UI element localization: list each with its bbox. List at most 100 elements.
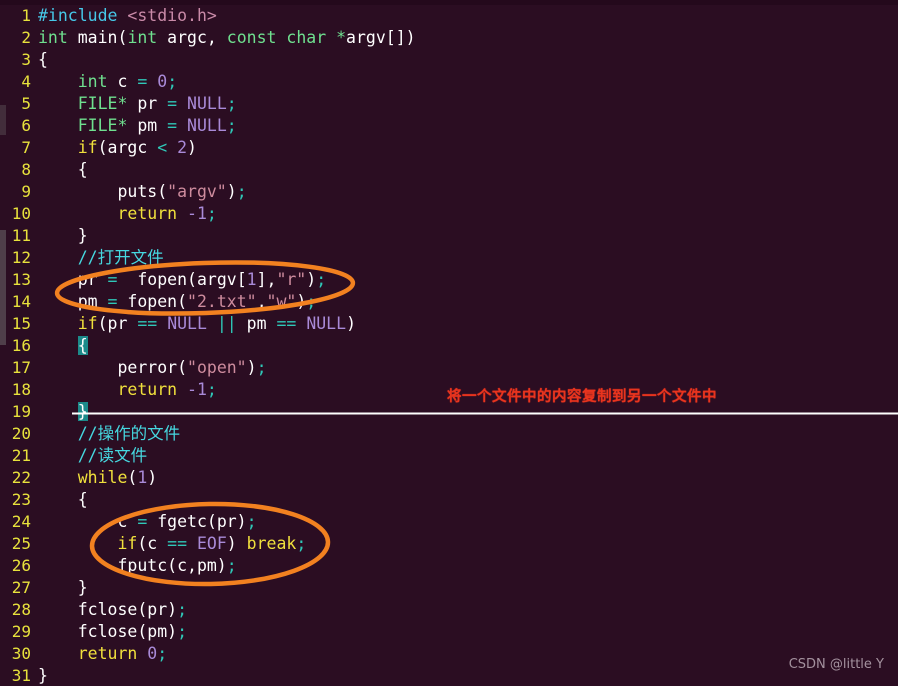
code-line[interactable]: 26 fputc(c,pm); — [0, 555, 898, 577]
code-token: int — [127, 28, 158, 47]
code-token: fgetc(pr) — [147, 512, 247, 531]
line-source: } — [38, 402, 88, 421]
code-line[interactable]: 28 fclose(pr); — [0, 599, 898, 621]
code-line[interactable]: 14 pm = fopen("2.txt","w"); — [0, 291, 898, 313]
code-line[interactable]: 7 if(argc < 2) — [0, 137, 898, 159]
code-line[interactable]: 20 //操作的文件 — [0, 423, 898, 445]
code-token: fopen( — [117, 292, 188, 311]
code-token: ; — [177, 600, 188, 619]
code-token: -1 — [187, 204, 207, 223]
line-number: 13 — [11, 270, 31, 289]
code-token: = — [137, 72, 148, 91]
code-line[interactable]: 11 } — [0, 225, 898, 247]
code-token: puts( — [38, 182, 168, 201]
line-source: //读文件 — [38, 446, 147, 465]
code-line[interactable]: 29 fclose(pm); — [0, 621, 898, 643]
code-line[interactable]: 25 if(c == EOF) break; — [0, 533, 898, 555]
line-source: //操作的文件 — [38, 424, 180, 443]
line-number: 15 — [11, 314, 31, 333]
code-token: int — [38, 28, 68, 47]
code-token: NULL — [306, 314, 347, 333]
code-line[interactable]: 4 int c = 0; — [0, 71, 898, 93]
code-line[interactable]: 5 FILE* pr = NULL; — [0, 93, 898, 115]
code-token: ) — [147, 468, 158, 487]
code-token: perror( — [38, 358, 188, 377]
code-token: argc, — [157, 28, 227, 47]
code-editor: 1 #include <stdio.h> 2 int main(int argc, c… — [0, 0, 898, 686]
code-token: ], — [256, 270, 277, 289]
code-line[interactable]: 1 #include <stdio.h> — [0, 5, 898, 27]
code-token: main — [77, 28, 118, 47]
line-number: 22 — [11, 468, 31, 487]
code-token: ; — [167, 72, 178, 91]
code-token: ) — [246, 358, 257, 377]
code-line[interactable]: 9 puts("argv"); — [0, 181, 898, 203]
line-source: fclose(pr); — [38, 600, 187, 619]
line-source: FILE* pm = NULL; — [38, 116, 237, 135]
code-line[interactable]: 22 while(1) — [0, 467, 898, 489]
code-token: if — [77, 314, 98, 333]
code-token: if — [77, 138, 98, 157]
code-token: pr — [38, 270, 108, 289]
code-line[interactable]: 3{ — [0, 49, 898, 71]
code-token: = — [107, 270, 118, 289]
code-line[interactable]: 23 { — [0, 489, 898, 511]
code-line[interactable]: 27 } — [0, 577, 898, 599]
line-number: 10 — [11, 204, 31, 223]
code-token: ; — [206, 380, 217, 399]
code-token: ) — [346, 314, 356, 333]
code-token: } — [38, 666, 48, 685]
code-token: const — [226, 28, 277, 47]
code-token: ; — [246, 512, 257, 531]
code-token: ; — [206, 204, 217, 223]
line-source: int c = 0; — [38, 72, 177, 91]
code-token: "w" — [266, 292, 297, 311]
chinese-annotation-note: 将一个文件中的内容复制到另一个文件中 — [447, 389, 717, 405]
code-token: { — [38, 50, 48, 69]
code-line[interactable]: 8 { — [0, 159, 898, 181]
line-number: 25 — [11, 534, 31, 553]
code-line[interactable]: 15 if(pr == NULL || pm == NULL) — [0, 313, 898, 335]
code-line[interactable]: 16 { — [0, 335, 898, 357]
code-line[interactable]: 21 //读文件 — [0, 445, 898, 467]
code-line[interactable]: 2 int main(int argc, const char *argv[]) — [0, 27, 898, 49]
code-token: , — [256, 292, 267, 311]
code-line[interactable]: 24 c = fgetc(pr); — [0, 511, 898, 533]
code-token: FILE* — [77, 116, 128, 135]
code-token: if — [117, 534, 138, 553]
code-token: "open" — [187, 358, 247, 377]
code-token: pm — [127, 116, 168, 135]
code-token: ; — [177, 622, 188, 641]
line-source: perror("open"); — [38, 358, 266, 377]
code-line[interactable]: 30 return 0; — [0, 643, 898, 665]
line-source: int main(int argc, const char *argv[]) — [38, 28, 416, 47]
code-token: = — [167, 116, 178, 135]
line-source: return -1; — [38, 380, 217, 399]
line-source: fclose(pm); — [38, 622, 187, 641]
line-number: 31 — [11, 666, 31, 685]
code-line[interactable]: 31} — [0, 665, 898, 686]
code-token: while — [77, 468, 128, 487]
code-line[interactable]: 10 return -1; — [0, 203, 898, 225]
line-source: #include <stdio.h> — [38, 6, 217, 25]
code-token: ) — [226, 534, 247, 553]
code-area[interactable]: 1 #include <stdio.h> 2 int main(int argc, c… — [0, 5, 898, 686]
code-line[interactable]: 12 //打开文件 — [0, 247, 898, 269]
code-token: ; — [157, 644, 168, 663]
code-line[interactable]: 17 perror("open"); — [0, 357, 898, 379]
code-line[interactable]: 13 pr = fopen(argv[1],"r"); — [0, 269, 898, 291]
code-line[interactable]: 6 FILE* pm = NULL; — [0, 115, 898, 137]
